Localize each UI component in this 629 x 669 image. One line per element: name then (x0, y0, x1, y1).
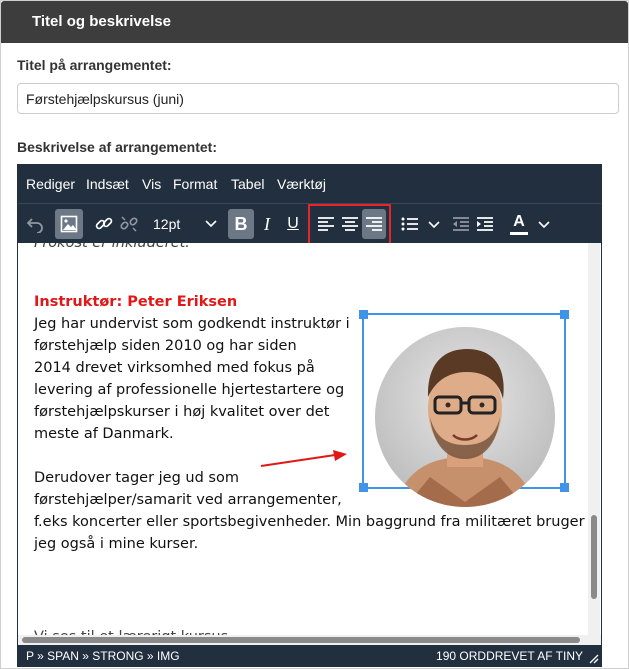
resize-grip-icon[interactable] (587, 649, 599, 666)
indent-icon (476, 216, 494, 232)
insert-link-button[interactable] (90, 209, 118, 239)
editor-statusbar: P » SPAN » STRONG » IMG 190 ORDDREVET AF… (18, 645, 601, 666)
instructor-heading: Instruktør: Peter Eriksen (34, 294, 238, 310)
unlink-icon (119, 214, 139, 234)
bold-button[interactable]: B (228, 209, 254, 239)
editor-menubar: Rediger Indsæt Vis Format Tabel Værktøj (18, 165, 601, 203)
text-color-options-button[interactable] (534, 209, 554, 239)
vertical-scrollbar-thumb[interactable] (591, 515, 597, 599)
chevron-down-icon (537, 217, 551, 231)
bullet-list-options-button[interactable] (424, 209, 444, 239)
resize-handle-bottom-right[interactable] (560, 483, 569, 492)
title-field-label: Titel på arrangementet: (17, 57, 172, 73)
link-icon (94, 214, 114, 234)
paragraph-line: Jeg har undervist som godkendt instruktø… (34, 316, 350, 332)
paragraph-line: førstehjælper/samarit ved arrangementer, (34, 492, 342, 508)
paragraph-line: førstehjælp siden 2010 og har siden (34, 338, 297, 354)
paragraph-line: meste af Danmark. (34, 426, 174, 442)
bullet-list-icon (401, 216, 419, 232)
element-path[interactable]: P » SPAN » STRONG » IMG (26, 645, 180, 666)
menu-insert[interactable]: Indsæt (86, 165, 129, 203)
alignment-highlight-box (308, 204, 391, 246)
bullet-list-button[interactable] (398, 209, 422, 239)
text-color-button[interactable]: A (506, 209, 532, 239)
word-count[interactable]: 190 ORD (436, 649, 486, 663)
paragraph-line: jeg også i mine kurser. (34, 536, 199, 552)
word-count-and-brand: 190 ORDDREVET AF TINY (436, 645, 583, 666)
event-panel: Titel og beskrivelse Titel på arrangemen… (0, 0, 629, 669)
paragraph-line: førstehjælpskurser i høj kvalitet over d… (34, 404, 330, 420)
outdent-button[interactable] (449, 209, 473, 239)
remove-link-button[interactable] (116, 209, 142, 239)
image-icon (60, 215, 78, 233)
chevron-down-icon (427, 217, 441, 231)
font-size-select[interactable]: 12pt (146, 209, 222, 239)
underline-button[interactable]: U (280, 209, 306, 239)
undo-icon (26, 215, 44, 233)
italic-button[interactable]: I (254, 209, 280, 239)
font-size-value: 12pt (153, 216, 181, 232)
editor-toolbar: 12pt B I U A (18, 203, 601, 246)
horizontal-scrollbar-thumb[interactable] (22, 637, 580, 643)
menu-table[interactable]: Tabel (231, 165, 264, 203)
text-color-icon (510, 231, 528, 235)
menu-edit[interactable]: Rediger (26, 165, 75, 203)
paragraph-line: Derudover tager jeg ud som (34, 470, 239, 486)
content-line: Vi ses til et lærerigt kursus. (34, 626, 233, 635)
menu-format[interactable]: Format (173, 165, 217, 203)
paragraph-line: levering af professionelle hjertestarter… (34, 382, 345, 398)
paragraph-line: f.eks koncerter eller sportsbegivenheder… (34, 514, 585, 530)
resize-handle-top-right[interactable] (560, 310, 569, 319)
menu-tools[interactable]: Værktøj (277, 165, 326, 203)
text-color-label: A (513, 212, 525, 230)
selected-image[interactable] (359, 310, 569, 507)
editor-content-area[interactable]: Frokost er inkluderet. Instruktør: Peter… (18, 243, 588, 635)
insert-image-button[interactable] (55, 209, 83, 239)
content-line: Frokost er inkluderet. (34, 243, 190, 251)
undo-button[interactable] (20, 209, 50, 239)
panel-header: Titel og beskrivelse (1, 1, 628, 43)
red-arrow-annotation (260, 450, 347, 467)
outdent-icon (452, 216, 470, 232)
menu-view[interactable]: Vis (142, 165, 161, 203)
paragraph-line: 2014 drevet virksomhed med fokus på (34, 360, 315, 376)
description-field-label: Beskrivelse af arrangementet: (17, 139, 217, 155)
tiny-branding-link[interactable]: DREVET AF TINY (486, 649, 583, 663)
resize-handle-bottom-left[interactable] (359, 483, 368, 492)
resize-handle-top-left[interactable] (359, 310, 368, 319)
instructor-portrait (375, 327, 555, 507)
vertical-scrollbar[interactable] (588, 243, 600, 635)
indent-button[interactable] (473, 209, 497, 239)
title-input[interactable] (17, 83, 619, 114)
horizontal-scrollbar[interactable] (18, 635, 601, 645)
rich-text-editor: Rediger Indsæt Vis Format Tabel Værktøj (17, 164, 602, 667)
